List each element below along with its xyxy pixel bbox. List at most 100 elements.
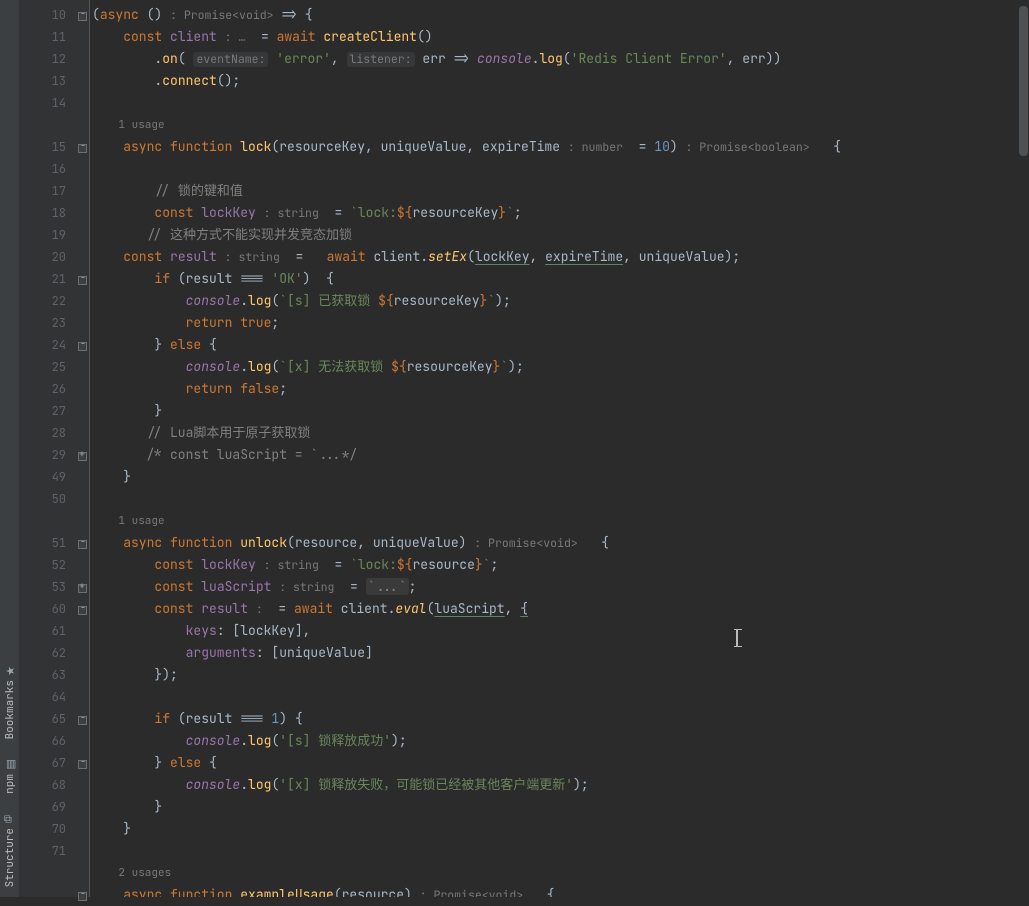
code-line[interactable]: // Lua脚本用于原子获取锁 [92,422,1029,444]
code-area[interactable]: (async () : Promise<void> => { const cli… [90,0,1029,897]
fold-collapse-icon[interactable] [76,708,89,730]
code-line[interactable] [92,488,1029,510]
line-number: 70 [20,818,76,840]
code-line[interactable]: console.log('[s] 锁释放成功'); [92,730,1029,752]
scroll-thumb[interactable] [1019,6,1028,156]
line-number: 14 [20,92,76,114]
code-line[interactable] [92,686,1029,708]
code-line[interactable]: async function lock(resourceKey, uniqueV… [92,136,1029,158]
code-line[interactable]: return false; [92,378,1029,400]
code-line[interactable]: } [92,818,1029,840]
fold-collapse-icon[interactable] [76,752,89,774]
code-line[interactable]: // 锁的键和值 [92,180,1029,202]
toolwindow-npm[interactable]: npm▤ [1,754,19,798]
line-number: 61 [20,620,76,642]
code-line[interactable]: const luaScript : string = `...`; [92,576,1029,598]
code-line[interactable] [92,158,1029,180]
line-number: 10 [20,4,76,26]
code-line[interactable]: } [92,466,1029,488]
fold-cell [76,246,89,268]
code-line[interactable]: }); [92,664,1029,686]
line-number-gutter: 1011121314151617181920212223242526272829… [20,0,76,897]
line-number: 17 [20,180,76,202]
usage-hint[interactable]: 1 usage [92,510,1029,532]
code-line[interactable]: keys: [lockKey], [92,620,1029,642]
fold-cell [76,312,89,334]
code-line[interactable]: } [92,400,1029,422]
fold-cell [76,686,89,708]
fold-collapse-icon[interactable] [76,136,89,158]
code-line[interactable]: (async () : Promise<void> => { [92,4,1029,26]
code-line[interactable]: return true; [92,312,1029,334]
fold-collapse-icon[interactable] [76,532,89,554]
fold-gutter[interactable] [76,0,90,897]
code-line[interactable]: const lockKey : string = `lock:${resourc… [92,554,1029,576]
line-number: 27 [20,400,76,422]
toolwindow-bookmarks[interactable]: Bookmarks★ [1,660,19,743]
code-line[interactable]: const result : = await client.eval(luaSc… [92,598,1029,620]
line-number: 49 [20,466,76,488]
code-line[interactable]: } else { [92,752,1029,774]
toolwindow-structure[interactable]: Structure⧉ [1,808,19,891]
code-line[interactable] [92,840,1029,862]
code-line[interactable]: .connect(); [92,70,1029,92]
fold-cell [76,774,89,796]
line-number: 69 [20,796,76,818]
code-line[interactable]: } [92,796,1029,818]
line-number: 60 [20,598,76,620]
line-number: 26 [20,378,76,400]
code-line[interactable]: arguments: [uniqueValue] [92,642,1029,664]
fold-collapse-icon[interactable] [76,268,89,290]
line-number: 25 [20,356,76,378]
code-editor[interactable]: 1011121314151617181920212223242526272829… [20,0,1029,897]
fold-cell [76,48,89,70]
code-line[interactable]: } else { [92,334,1029,356]
code-line[interactable]: if (result === 1) { [92,708,1029,730]
code-line[interactable]: console.log(`[s] 已获取锁 ${resourceKey}`); [92,290,1029,312]
fold-collapse-icon[interactable] [76,4,89,26]
line-number: 52 [20,554,76,576]
fold-cell [76,92,89,114]
toolwindow-label: Bookmarks [3,680,17,739]
fold-collapse-icon[interactable] [76,598,89,620]
fold-collapse-icon[interactable] [76,334,89,356]
structure-icon: ⧉ [4,812,16,824]
usage-hint[interactable]: 1 usage [92,114,1029,136]
fold-cell [76,202,89,224]
vertical-scrollbar[interactable] [1017,0,1029,897]
fold-collapse-icon[interactable] [76,884,89,906]
code-line[interactable]: console.log('[x] 锁释放失败，可能锁已经被其他客户端更新'); [92,774,1029,796]
line-number: 29 [20,444,76,466]
code-line[interactable]: .on( eventName: 'error', listener: err =… [92,48,1029,70]
fold-cell [76,290,89,312]
code-line[interactable]: const result : string = await client.set… [92,246,1029,268]
line-number [20,884,76,906]
line-number: 63 [20,664,76,686]
fold-cell [76,620,89,642]
code-line[interactable]: const client : … = await createClient() [92,26,1029,48]
code-line[interactable]: // 这种方式不能实现并发竞态加锁 [92,224,1029,246]
fold-cell [76,114,89,136]
line-number [20,510,76,532]
code-line[interactable]: if (result === 'OK') { [92,268,1029,290]
fold-cell [76,180,89,202]
line-number: 24 [20,334,76,356]
toolwindow-bar: Bookmarks★ npm▤ Structure⧉ [0,0,20,897]
line-number: 66 [20,730,76,752]
code-line[interactable] [92,92,1029,114]
usage-hint[interactable]: 2 usages [92,862,1029,884]
fold-expand-icon[interactable] [76,576,89,598]
code-line[interactable]: /* const luaScript = `...*/ [92,444,1029,466]
line-number: 23 [20,312,76,334]
code-line[interactable]: async function unlock(resource, uniqueVa… [92,532,1029,554]
fold-cell [76,840,89,862]
line-number: 71 [20,840,76,862]
fold-cell [76,510,89,532]
line-number: 21 [20,268,76,290]
fold-expand-icon[interactable] [76,444,89,466]
code-line[interactable]: const lockKey : string = `lock:${resourc… [92,202,1029,224]
fold-cell [76,158,89,180]
code-line[interactable]: console.log(`[x] 无法获取锁 ${resourceKey}`); [92,356,1029,378]
fold-cell [76,422,89,444]
code-line[interactable]: async function exampleUsage(resource) : … [92,884,1029,897]
